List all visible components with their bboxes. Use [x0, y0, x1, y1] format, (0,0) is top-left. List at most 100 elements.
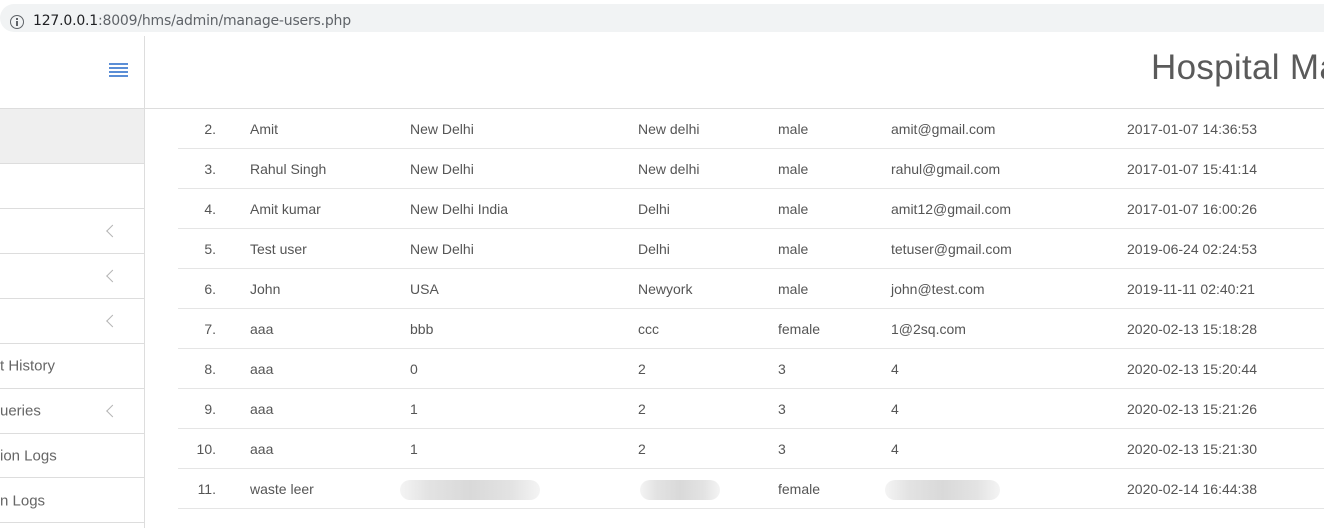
cell-gender: female	[778, 321, 821, 337]
sidebar-item[interactable]	[0, 254, 144, 299]
sidebar-item[interactable]	[0, 209, 144, 254]
sidebar-item[interactable]	[0, 164, 144, 209]
cell-gender: 3	[778, 441, 786, 457]
site-info-icon[interactable]	[10, 15, 24, 29]
table-row[interactable]: 10. aaa 1 2 3 4 2020-02-13 15:21:30	[178, 429, 1324, 469]
cell-city: 2	[638, 361, 646, 377]
users-table: 2. Amit New Delhi New delhi male amit@gmail.c…	[178, 109, 1324, 528]
sidebar-item-label: ueries	[0, 402, 41, 420]
cell-name: Test user	[250, 241, 307, 257]
cell-gender: male	[778, 241, 809, 257]
cell-city: Newyork	[638, 281, 693, 297]
cell-email: amit@gmail.com	[891, 121, 996, 137]
cell-address: 1	[410, 401, 418, 417]
cell-created-date: 2019-11-11 02:40:21	[1127, 281, 1255, 297]
cell-address: New Delhi India	[410, 201, 509, 217]
hamburger-menu-icon[interactable]	[109, 63, 128, 77]
cell-name: John	[250, 281, 281, 297]
cell-name: Amit kumar	[250, 201, 321, 217]
cell-created-date: 2019-06-24 02:24:53	[1127, 241, 1257, 257]
top-header: Hospital Ma	[145, 36, 1324, 109]
cell-email: tetuser@gmail.com	[891, 241, 1012, 257]
cell-email: 4	[891, 401, 899, 417]
cell-address: USA	[410, 281, 439, 297]
url-path: :8009/hms/admin/manage-users.php	[98, 13, 351, 29]
cell-email: john@test.com	[891, 281, 985, 297]
cell-email: 4	[891, 361, 899, 377]
sidebar-item[interactable]: t History	[0, 344, 144, 389]
row-number: 11.	[197, 481, 216, 497]
chevron-left-icon	[106, 224, 119, 238]
chevron-left-icon	[106, 314, 119, 328]
cell-gender: female	[778, 481, 821, 497]
row-number: 4.	[204, 201, 216, 217]
cell-address: bbb	[410, 321, 434, 337]
url-host: 127.0.0.1	[33, 13, 98, 29]
browser-address-bar: 127.0.0.1:8009/hms/admin/manage-users.ph…	[0, 0, 1324, 36]
cell-city: Delhi	[638, 241, 670, 257]
cell-gender: 3	[778, 361, 786, 377]
table-row[interactable]: 6. John USA Newyork male john@test.com 2019-11…	[178, 269, 1324, 309]
cell-name: Rahul Singh	[250, 161, 327, 177]
redacted-value	[640, 480, 720, 500]
row-number: 3.	[204, 161, 216, 177]
sidebar: t History ueries ion Logs n Logs	[0, 36, 145, 528]
cell-created-date: 2020-02-13 15:21:26	[1127, 401, 1257, 417]
cell-city: 2	[638, 401, 646, 417]
sidebar-item[interactable]: ion Logs	[0, 434, 144, 478]
table-row[interactable]: 4. Amit kumar New Delhi India Delhi male amit…	[178, 189, 1324, 229]
url-text[interactable]: 127.0.0.1:8009/hms/admin/manage-users.ph…	[33, 13, 351, 29]
cell-created-date: 2017-01-07 15:41:14	[1127, 161, 1257, 177]
chevron-left-icon	[106, 269, 119, 283]
table-row[interactable]: 11. waste leer female 2020-02-14 16:44:38	[178, 469, 1324, 509]
cell-city: ccc	[638, 321, 659, 337]
cell-name: aaa	[250, 361, 274, 377]
cell-created-date: 2020-02-13 15:20:44	[1127, 361, 1257, 377]
redacted-value	[885, 480, 1000, 500]
chevron-left-icon	[106, 404, 119, 418]
table-row[interactable]: 3. Rahul Singh New Delhi New delhi male rahul…	[178, 149, 1324, 189]
cell-gender: male	[778, 121, 809, 137]
cell-name: Amit	[250, 121, 278, 137]
cell-address: New Delhi	[410, 121, 474, 137]
cell-city: New delhi	[638, 121, 700, 137]
table-row[interactable]: 9. aaa 1 2 3 4 2020-02-13 15:21:26	[178, 389, 1324, 429]
cell-city: Delhi	[638, 201, 670, 217]
table-row[interactable]: 8. aaa 0 2 3 4 2020-02-13 15:20:44	[178, 349, 1324, 389]
cell-created-date: 2020-02-14 16:44:38	[1127, 481, 1257, 497]
sidebar-item-label: ion Logs	[0, 447, 57, 464]
sidebar-item[interactable]	[0, 109, 144, 164]
cell-address: 1	[410, 441, 418, 457]
cell-created-date: 2017-01-07 14:36:53	[1127, 121, 1257, 137]
row-number: 10.	[196, 441, 216, 457]
table-row[interactable]: 2. Amit New Delhi New delhi male amit@gmail.c…	[178, 109, 1324, 149]
redacted-value	[400, 480, 540, 500]
cell-name: aaa	[250, 401, 274, 417]
cell-created-date: 2017-01-07 16:00:26	[1127, 201, 1257, 217]
row-number: 2.	[204, 121, 216, 137]
sidebar-item-label: n Logs	[0, 492, 46, 509]
cell-name: aaa	[250, 441, 274, 457]
row-number: 5.	[204, 241, 216, 257]
cell-created-date: 2020-02-13 15:18:28	[1127, 321, 1257, 337]
cell-gender: male	[778, 201, 809, 217]
table-row[interactable]: 7. aaa bbb ccc female 1@2sq.com 2020-02-13 15:…	[178, 309, 1324, 349]
table-row[interactable]: 5. Test user New Delhi Delhi male tetuser@gma…	[178, 229, 1324, 269]
row-number: 9.	[204, 401, 216, 417]
cell-created-date: 2020-02-13 15:21:30	[1127, 441, 1257, 457]
cell-address: 0	[410, 361, 418, 377]
sidebar-item[interactable]	[0, 299, 144, 344]
cell-gender: male	[778, 161, 809, 177]
row-number: 8.	[204, 361, 216, 377]
sidebar-item[interactable]: ueries	[0, 389, 144, 434]
row-number: 7.	[204, 321, 216, 337]
url-field[interactable]: 127.0.0.1:8009/hms/admin/manage-users.ph…	[0, 4, 1324, 32]
sidebar-item[interactable]: n Logs	[0, 479, 144, 523]
row-number: 6.	[204, 281, 216, 297]
sidebar-brand-area	[0, 36, 144, 109]
cell-name: aaa	[250, 321, 274, 337]
cell-email: 1@2sq.com	[891, 321, 966, 337]
cell-email: rahul@gmail.com	[891, 161, 1001, 177]
cell-email: 4	[891, 441, 899, 457]
cell-email: amit12@gmail.com	[891, 201, 1012, 217]
